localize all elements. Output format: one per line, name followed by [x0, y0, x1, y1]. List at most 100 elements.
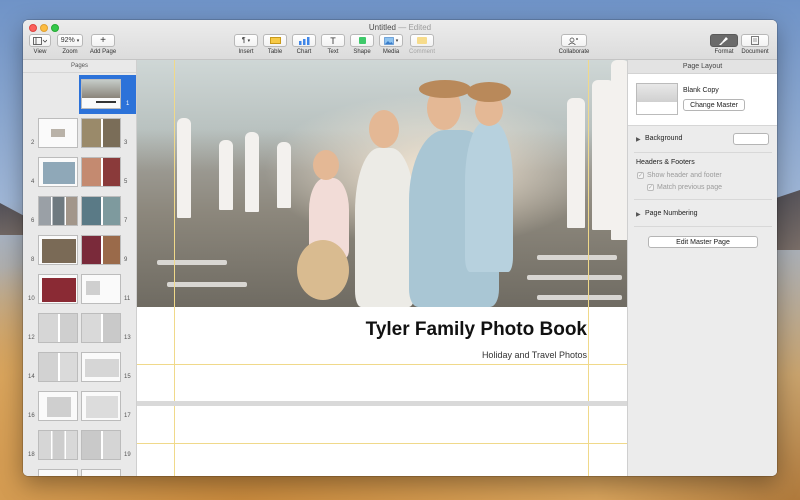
page-thumbnail-6[interactable]	[38, 196, 78, 226]
page-thumbnail-12[interactable]	[38, 313, 78, 343]
page-thumbnail-1[interactable]: 1	[79, 75, 136, 114]
beach-lounger	[537, 255, 617, 260]
page-thumbnail-21[interactable]	[81, 469, 121, 476]
layout-guide	[137, 443, 627, 444]
beach-lounger	[167, 282, 247, 287]
page-separator	[137, 401, 627, 406]
cover-photo[interactable]	[137, 60, 627, 307]
disclosure-triangle-icon[interactable]: ▶	[636, 211, 641, 218]
page-thumbnail-4[interactable]	[38, 157, 78, 187]
comment-icon	[417, 37, 427, 44]
page-thumbnail-10[interactable]	[38, 274, 78, 304]
document-canvas[interactable]: Tyler Family Photo Book Holiday and Trav…	[137, 60, 627, 476]
text-button[interactable]: T Text	[320, 34, 346, 55]
edit-master-page-button[interactable]: Edit Master Page	[648, 236, 758, 248]
media-label: Media	[382, 49, 400, 55]
master-section: Blank Copy Change Master	[628, 74, 777, 126]
page-thumbnail-9[interactable]	[81, 235, 121, 265]
layout-guide	[588, 60, 589, 476]
chart-button[interactable]: Chart	[291, 34, 317, 55]
show-header-footer-label: Show header and footer	[647, 172, 722, 179]
page-thumbnail-16[interactable]	[38, 391, 78, 421]
toolbar: Untitled — Edited View 92% ▾ Zoom + Add …	[23, 20, 777, 60]
pages-window: Untitled — Edited View 92% ▾ Zoom + Add …	[23, 20, 777, 476]
view-button[interactable]: View	[29, 34, 51, 55]
paragraph-icon: ¶	[241, 37, 246, 44]
page-numbering-label: Page Numbering	[645, 210, 698, 217]
match-previous-checkbox[interactable]: ✓	[647, 184, 654, 191]
page-number: 9	[124, 257, 128, 263]
page-thumbnail-17[interactable]	[81, 391, 121, 421]
beach-umbrella	[567, 98, 585, 228]
chart-icon	[298, 36, 309, 45]
page-number: 1	[126, 101, 130, 107]
page-number: 6	[31, 218, 35, 224]
collaborate-button[interactable]: Collaborate	[555, 34, 593, 55]
toddler-hat	[467, 82, 511, 102]
master-name: Blank Copy	[683, 87, 719, 94]
media-icon	[383, 36, 394, 45]
collaborate-label: Collaborate	[558, 49, 590, 55]
change-master-button[interactable]: Change Master	[683, 99, 745, 111]
view-label: View	[33, 49, 47, 55]
media-button[interactable]: ▾ Media	[378, 34, 404, 55]
beach-lounger	[537, 295, 622, 300]
collaborate-icon	[568, 37, 578, 45]
text-label: Text	[327, 49, 339, 55]
page-thumbnail-15[interactable]	[81, 352, 121, 382]
show-header-footer-checkbox[interactable]: ✓	[637, 172, 644, 179]
add-page-button[interactable]: + Add Page	[89, 34, 117, 55]
master-thumbnail[interactable]	[636, 83, 678, 115]
inspector-header: Page Layout	[628, 60, 777, 74]
page-thumbnail-2[interactable]	[38, 118, 78, 148]
layout-guide	[174, 60, 175, 476]
book-subtitle[interactable]: Holiday and Travel Photos	[482, 350, 587, 360]
background-fill-well[interactable]	[733, 133, 769, 145]
book-title[interactable]: Tyler Family Photo Book	[366, 319, 587, 341]
chevron-down-icon: ▾	[247, 37, 251, 44]
format-inspector: Page Layout Blank Copy Change Master ▶ B…	[627, 60, 777, 476]
beach-lounger	[157, 260, 227, 265]
zoom-value: 92%	[60, 37, 75, 44]
comment-label: Comment	[408, 49, 435, 55]
mother-head	[369, 110, 399, 148]
page-number: 8	[31, 257, 35, 263]
page-thumbnail-20[interactable]	[38, 469, 78, 476]
format-tab[interactable]: Format	[709, 34, 739, 55]
insert-button[interactable]: ¶ ▾ Insert	[233, 34, 259, 55]
paintbrush-icon	[719, 36, 728, 45]
page-thumbnail-3[interactable]	[81, 118, 121, 148]
zoom-popup[interactable]: 92% ▾ Zoom	[57, 34, 83, 55]
comment-button[interactable]: Comment	[407, 34, 437, 55]
page-number: 19	[124, 452, 131, 458]
sun-hat	[297, 240, 349, 300]
page-number: 18	[28, 452, 35, 458]
table-button[interactable]: Table	[262, 34, 288, 55]
page-thumbnail-14[interactable]	[38, 352, 78, 382]
page-number: 4	[31, 179, 35, 185]
page-number: 11	[124, 296, 131, 302]
page-thumbnail-11[interactable]	[81, 274, 121, 304]
beach-umbrella	[611, 60, 627, 240]
page-number: 5	[124, 179, 128, 185]
plus-icon: +	[91, 34, 115, 47]
shape-icon	[358, 37, 366, 44]
page-thumbnail-13[interactable]	[81, 313, 121, 343]
page-number: 17	[124, 413, 131, 419]
page-number: 16	[28, 413, 35, 419]
page-thumbnail-5[interactable]	[81, 157, 121, 187]
pages-sidebar[interactable]: Pages 1 2 3 4 5 6 7 8 9 10 11 12 13 14 1…	[23, 60, 137, 476]
insert-label: Insert	[238, 49, 254, 55]
shape-button[interactable]: Shape	[349, 34, 375, 55]
page-thumbnail-7[interactable]	[81, 196, 121, 226]
document-tab[interactable]: Document	[739, 34, 771, 55]
beach-umbrella	[219, 140, 233, 210]
page-number: 12	[28, 335, 35, 341]
page-thumbnail-18[interactable]	[38, 430, 78, 460]
page-thumbnail-19[interactable]	[81, 430, 121, 460]
page-thumbnail-8[interactable]	[38, 235, 78, 265]
beach-umbrella	[277, 142, 291, 208]
mother-figure	[355, 148, 415, 307]
disclosure-triangle-icon[interactable]: ▶	[636, 136, 641, 143]
format-label: Format	[714, 49, 734, 55]
